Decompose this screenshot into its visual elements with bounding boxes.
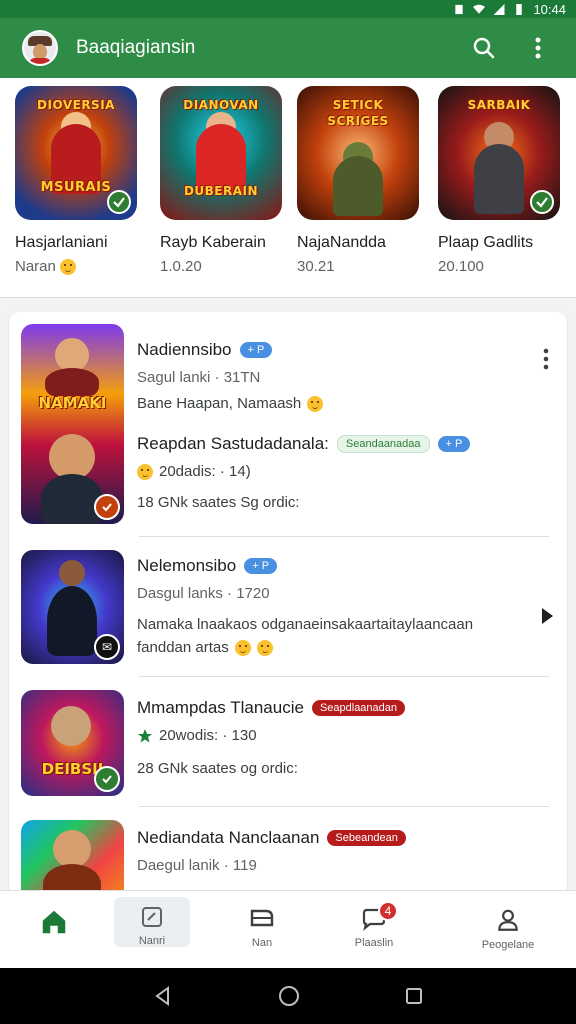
nav-home[interactable] — [6, 891, 102, 969]
tag-badge: Seandaanadaa — [336, 435, 430, 453]
divider — [139, 536, 549, 537]
app-list: NAMAKI Nadiennsibo + P Sagul lanki · 31T… — [9, 312, 567, 902]
list-item[interactable]: DEIBSII Mmampdas Tlanaucie Seapdlaanadan… — [9, 688, 567, 798]
list-subtitle: Reapdan Sastudadanala: Seandaanadaa + P — [137, 434, 547, 454]
back-icon[interactable] — [153, 986, 173, 1006]
star-icon — [138, 728, 152, 742]
featured-banner: DIOVERSIA — [37, 98, 115, 112]
notification-badge: 4 — [378, 901, 398, 921]
list-desc: Bane Haapan, Namaash — [137, 395, 547, 412]
nav-label: Nanri — [138, 935, 166, 947]
wifi-icon — [473, 4, 486, 14]
featured-thumbnail: DIOVERSIA MSURAIS — [15, 86, 137, 220]
home-icon — [42, 910, 66, 934]
list-title: Mmampdas Tlanaucie Seapdlaanadan — [137, 698, 547, 718]
sim-icon — [455, 4, 464, 14]
list-thumbnail: DEIBSII — [21, 690, 124, 796]
featured-name: NajaNandda — [297, 234, 386, 251]
nav-chat[interactable]: Plaaslin 4 — [326, 891, 422, 969]
featured-banner: DIANOVAN — [183, 98, 259, 112]
status-badge: ✉ — [94, 634, 120, 660]
app-title: Baaqiagiansin — [76, 37, 196, 58]
list-desc-2: fanddan artas — [137, 639, 547, 656]
featured-item[interactable]: DIANOVAN DUBERAIN Rayb Kaberain 1.0.20 — [160, 86, 292, 275]
emoji-icon — [60, 259, 77, 276]
system-navigation-bar — [0, 968, 576, 1024]
home-circle-icon[interactable] — [278, 985, 300, 1007]
list-meta: Dasgul lanks · 1720 — [137, 585, 270, 602]
featured-item[interactable]: DIOVERSIA MSURAIS Hasjarlaniani Naran — [15, 86, 147, 276]
featured-name: Rayb Kaberain — [160, 234, 266, 251]
emoji-icon — [256, 639, 273, 656]
verified-check-icon — [94, 766, 120, 792]
featured-thumbnail: SETICK SCRIGES — [297, 86, 419, 220]
bottom-navigation: Nanri Nan Plaaslin 4 Peogelane — [0, 890, 576, 968]
avatar[interactable] — [22, 30, 58, 66]
search-icon[interactable] — [470, 34, 498, 62]
emoji-icon — [234, 639, 251, 656]
featured-sub: Naran — [15, 258, 147, 276]
divider — [139, 806, 549, 807]
list-title: Nelemonsibo + P — [137, 556, 547, 576]
featured-banner-2: SCRIGES — [327, 114, 389, 128]
list-meta: Daegul lanik · 119 — [137, 857, 257, 874]
nav-label: Peogelane — [481, 939, 535, 951]
list-thumbnail: NAMAKI — [21, 324, 124, 524]
emoji-icon — [137, 463, 153, 480]
list-rating: 20wodis: · 130 — [137, 727, 547, 744]
list-title: Nediandata Nanclaanan Sebeandean — [137, 828, 547, 848]
movies-icon — [250, 909, 274, 927]
divider — [139, 676, 549, 677]
more-vert-icon[interactable] — [524, 34, 552, 62]
featured-banner: SETICK — [332, 98, 384, 112]
tag-badge: + P — [244, 558, 278, 574]
list-desc: Namaka lnaakaos odganaeinsakaartaitaylaa… — [137, 616, 474, 633]
list-thumbnail: ✉ — [21, 550, 124, 664]
more-vert-icon[interactable] — [543, 348, 549, 375]
emoji-icon — [307, 395, 324, 412]
featured-sub: 20.100 — [438, 258, 484, 275]
nav-apps[interactable]: Nanri — [114, 897, 190, 947]
featured-name: Hasjarlaniani — [15, 234, 108, 251]
list-title: Nadiennsibo + P — [137, 340, 547, 360]
list-banner: NAMAKI — [38, 394, 107, 412]
verified-check-icon — [530, 190, 554, 214]
tag-badge: + P — [437, 436, 471, 452]
status-badge — [94, 494, 120, 520]
list-rating: 20dadis: · 14) — [137, 463, 547, 480]
profile-icon — [498, 909, 518, 931]
featured-item[interactable]: SARBAIK Plaap Gadlits 20.100 — [438, 86, 570, 275]
tag-badge: Seapdlaanadan — [311, 700, 406, 716]
featured-carousel[interactable]: DIOVERSIA MSURAIS Hasjarlaniani Naran DI… — [0, 78, 576, 298]
nav-movies[interactable]: Nan — [214, 891, 310, 969]
apps-icon — [142, 907, 162, 927]
featured-banner-2: DUBERAIN — [183, 184, 259, 198]
app-bar: Baaqiagiansin — [0, 18, 576, 78]
play-icon[interactable] — [542, 608, 553, 624]
recents-icon[interactable] — [405, 987, 423, 1005]
tag-badge: + P — [239, 342, 273, 358]
list-item[interactable]: NAMAKI Nadiennsibo + P Sagul lanki · 31T… — [9, 322, 567, 532]
featured-name: Plaap Gadlits — [438, 234, 534, 251]
nav-profile[interactable]: Peogelane — [460, 891, 556, 969]
featured-item[interactable]: SETICK SCRIGES NajaNandda 30.21 — [297, 86, 429, 275]
featured-thumbnail: SARBAIK — [438, 86, 560, 220]
featured-banner: SARBAIK — [467, 98, 531, 112]
status-bar: 10:44 — [0, 0, 576, 18]
list-meta: Sagul lanki · 31TN — [137, 369, 261, 386]
list-item[interactable]: ✉ Nelemonsibo + P Dasgul lanks · 1720 Na… — [9, 548, 567, 668]
list-size: 28 GNk saates og ordic: — [137, 760, 298, 777]
list-size: 18 GNk saates Sg ordic: — [137, 494, 300, 511]
status-time: 10:44 — [533, 1, 566, 17]
battery-icon — [516, 3, 523, 15]
featured-thumbnail: DIANOVAN DUBERAIN — [160, 86, 282, 220]
nav-label: Plaaslin — [354, 937, 394, 949]
tag-badge: Sebeandean — [327, 830, 406, 846]
featured-sub: 1.0.20 — [160, 258, 202, 275]
signal-icon — [493, 3, 505, 15]
verified-check-icon — [107, 190, 131, 214]
featured-sub: 30.21 — [297, 258, 335, 275]
nav-label: Nan — [251, 937, 273, 949]
